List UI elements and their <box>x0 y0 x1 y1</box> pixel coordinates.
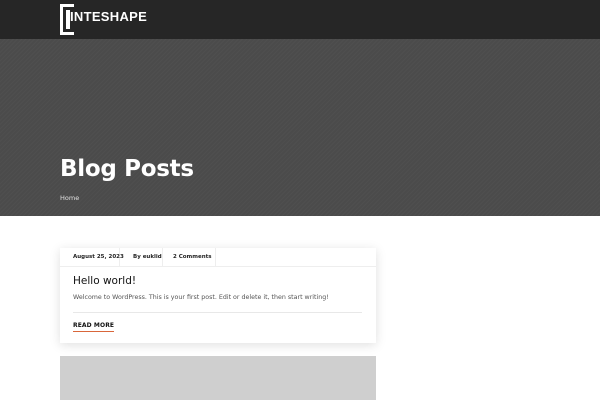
post-excerpt: Welcome to WordPress. This is your first… <box>73 294 329 301</box>
post-comments[interactable]: 2 Comments <box>163 247 216 267</box>
post-date[interactable]: August 25, 2023 <box>60 247 124 267</box>
post-author[interactable]: By euklid <box>120 247 163 267</box>
logo-bracket-icon <box>60 4 74 35</box>
post-divider <box>73 312 362 313</box>
post-card: August 25, 2023 By euklid 2 Comments Hel… <box>60 247 376 343</box>
post-title[interactable]: Hello world! <box>73 275 136 287</box>
site-logo[interactable]: INTESHAPE <box>60 4 147 35</box>
post-image-placeholder[interactable] <box>60 356 376 400</box>
page-hero: Blog Posts Home <box>0 39 600 216</box>
read-more-link[interactable]: READ MORE <box>73 322 115 332</box>
post-meta: August 25, 2023 By euklid 2 Comments <box>60 247 376 267</box>
logo-text: INTESHAPE <box>70 9 148 24</box>
breadcrumb-home[interactable]: Home <box>60 194 79 202</box>
page-title: Blog Posts <box>60 156 194 182</box>
top-header: INTESHAPE <box>0 0 600 39</box>
